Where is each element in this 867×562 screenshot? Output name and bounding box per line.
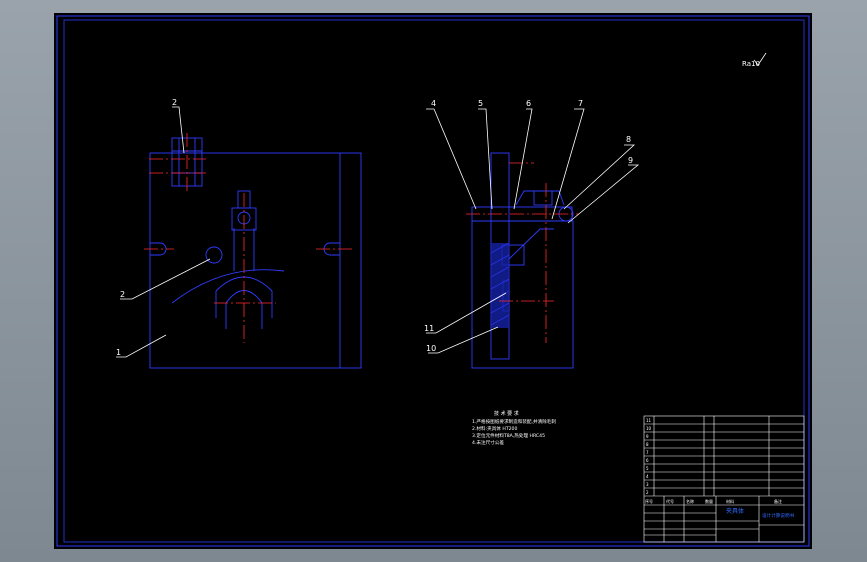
leader-2-top	[172, 106, 185, 154]
part-no-7: 4	[646, 474, 649, 479]
side-clamp-head	[533, 190, 553, 206]
part-no-0: 11	[646, 418, 652, 423]
side-view-centerlines	[466, 162, 579, 343]
header-4: 材料	[726, 498, 734, 504]
leader-2-mid	[120, 258, 211, 300]
header-1: 代号	[666, 498, 674, 504]
balloon-label-right-5: 9	[628, 156, 633, 165]
part-no-6: 5	[646, 466, 649, 471]
part-no-9: 2	[646, 490, 649, 495]
side-view-leaders	[426, 108, 640, 354]
balloon-label-right-1: 5	[478, 99, 483, 108]
side-arm	[508, 228, 554, 260]
title-block-frame	[643, 415, 805, 543]
outer-frame	[56, 15, 810, 547]
balloon-label-right-3: 7	[578, 99, 583, 108]
front-view	[149, 137, 362, 369]
notes-line-1: 1.严格按图纸要求制造和装配,并清除毛刺	[472, 418, 556, 425]
front-view-leaders	[116, 106, 211, 358]
side-view	[471, 152, 574, 369]
cad-viewport[interactable]: Ra10 2 2 1 4 5 6 7 8 9 11 10 技 术 要 求 1.严…	[0, 0, 867, 562]
part-no-3: 8	[646, 442, 649, 447]
part-no-2: 9	[646, 434, 649, 439]
balloon-label-left-1: 2	[120, 290, 125, 299]
technical-notes: 技 术 要 求 1.严格按图纸要求制造和装配,并清除毛刺 2.材料:夹具体 HT…	[472, 410, 556, 446]
drawing-svg: Ra10 2 2 1 4 5 6 7 8 9 11 10 技 术 要 求 1.严…	[56, 15, 810, 547]
part-no-4: 7	[646, 450, 649, 455]
locating-pin	[205, 246, 223, 264]
side-body	[471, 220, 574, 369]
balloon-label-left-2: 1	[116, 348, 121, 357]
balloon-label-right-2: 6	[526, 99, 531, 108]
front-view-centerlines	[144, 133, 354, 343]
company-name: 设计计算说明书	[762, 512, 795, 519]
header-0: 序号	[645, 498, 653, 504]
part-no-8: 3	[646, 482, 649, 487]
balloon-label-right-7: 10	[426, 344, 436, 353]
drawing-title: 夹具体	[726, 507, 744, 515]
leader-7	[551, 108, 585, 220]
balloon-label-right-6: 11	[424, 324, 434, 333]
leader-6	[513, 108, 533, 210]
leader-4	[426, 108, 477, 210]
notes-line-4: 4.未注尺寸公差	[472, 439, 504, 446]
title-block	[643, 415, 805, 543]
part-no-1: 10	[646, 426, 652, 431]
leader-5	[478, 108, 493, 210]
balloon-label-left-0: 2	[172, 98, 177, 107]
notes-heading: 技 术 要 求	[494, 410, 519, 417]
header-3: 数量	[705, 498, 713, 504]
parts-list-text: 11 10 9 8 7 6 5 4 3 2 序号 代号 名称 数量 材料 备注	[645, 418, 782, 504]
part-no-5: 6	[646, 458, 649, 463]
notes-line-2: 2.材料:夹具体 HT200	[472, 425, 517, 432]
side-plate-fill	[491, 243, 509, 328]
notes-line-3: 3.定位元件材料T8A,热处理 HRC45	[472, 432, 545, 439]
header-2: 名称	[686, 498, 694, 504]
fixture-body	[149, 152, 362, 369]
drawing-canvas[interactable]: Ra10 2 2 1 4 5 6 7 8 9 11 10 技 术 要 求 1.严…	[54, 13, 812, 549]
leader-10	[428, 326, 499, 354]
leader-1	[116, 334, 167, 358]
header-5: 备注	[774, 498, 782, 504]
balloon-label-right-0: 4	[431, 99, 436, 108]
balloon-label-right-4: 8	[626, 135, 631, 144]
